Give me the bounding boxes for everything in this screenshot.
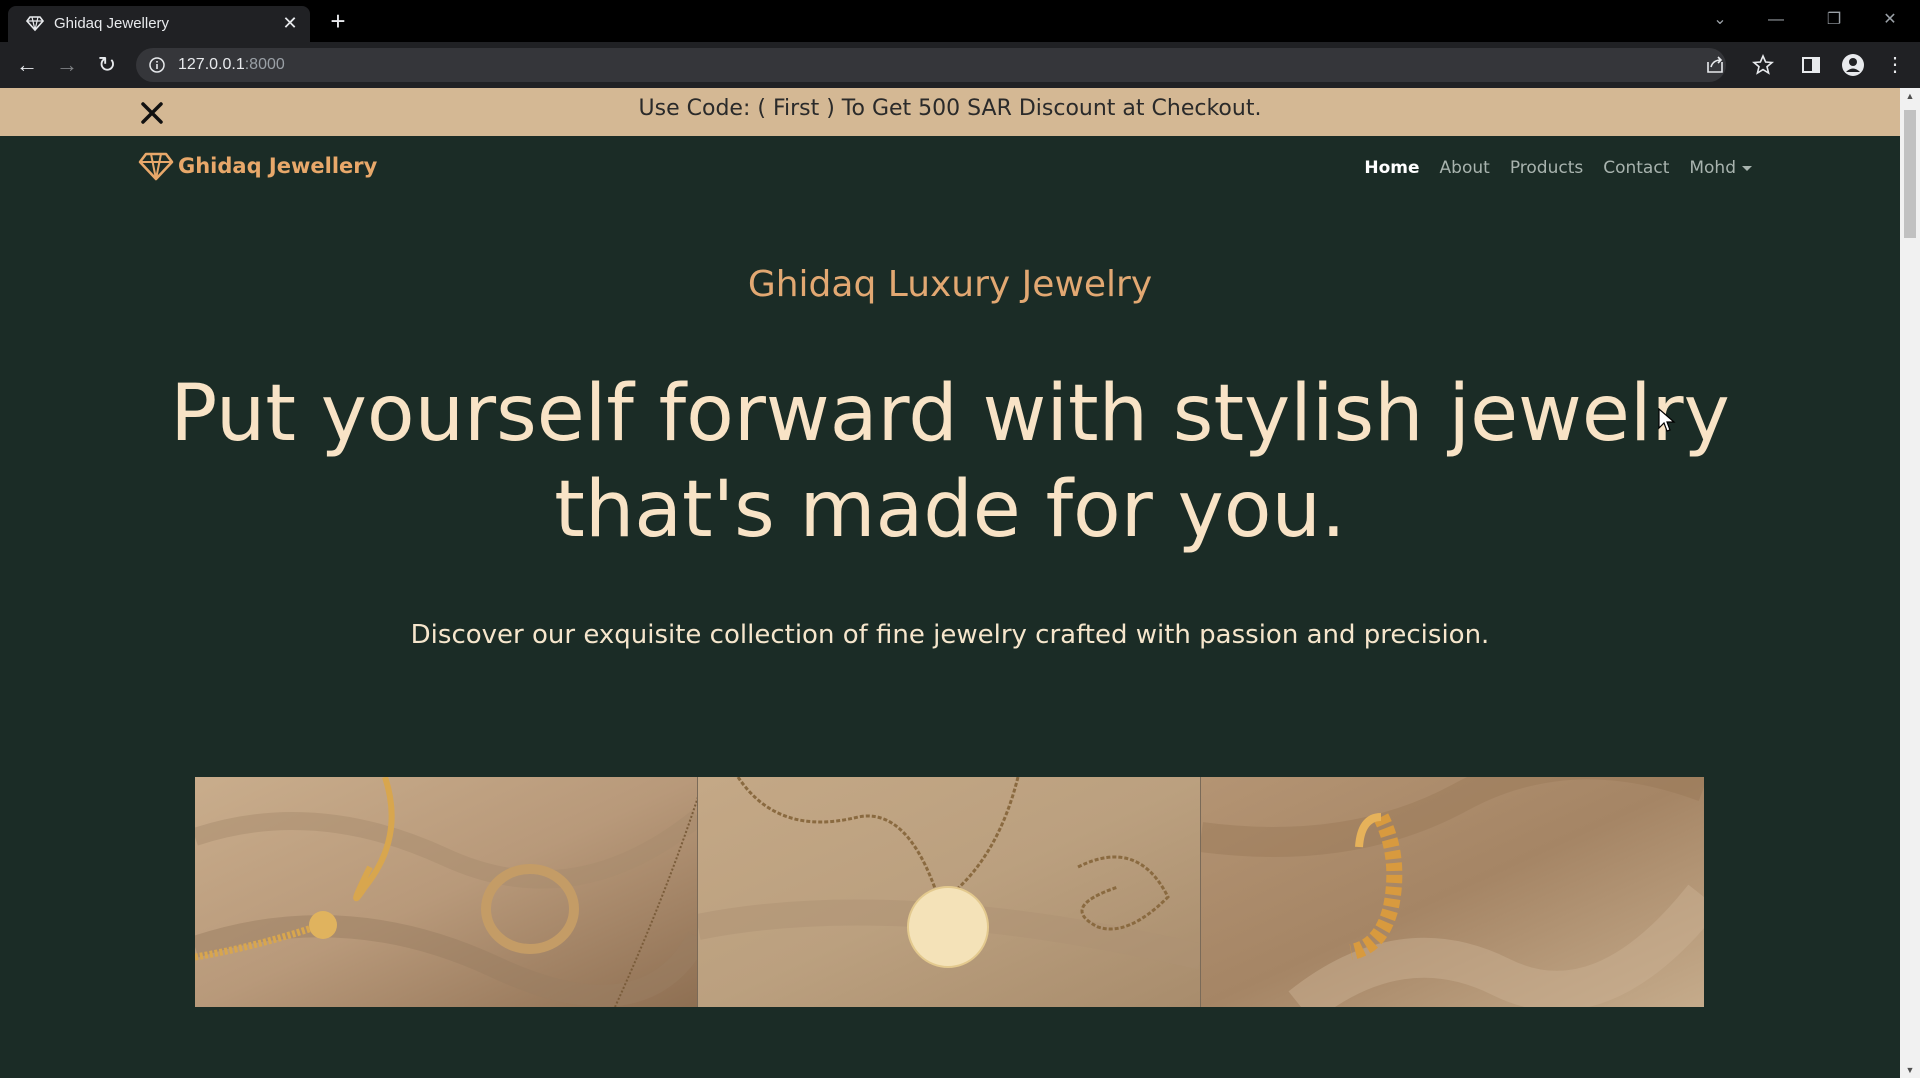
scrollbar-thumb[interactable] (1904, 110, 1916, 238)
chevron-down-icon (1742, 165, 1752, 171)
tab-search-icon[interactable]: ⌄ (1700, 6, 1740, 34)
site-navbar: Ghidaq Jewellery Home About Products Con… (0, 136, 1900, 208)
minimize-button[interactable]: — (1756, 6, 1796, 34)
gallery-image-rings[interactable] (195, 777, 698, 1007)
diamond-icon (26, 16, 44, 32)
tab-title: Ghidaq Jewellery (54, 15, 170, 32)
hero-title-line-2: that's made for you. (554, 465, 1346, 555)
share-icon[interactable] (1700, 50, 1730, 80)
browser-tabbar: Ghidaq Jewellery ✕ + ⌄ — ❐ ✕ (0, 0, 1920, 42)
new-tab-button[interactable]: + (324, 8, 352, 36)
address-bar[interactable]: 127.0.0.1:8000 (136, 48, 1726, 82)
reload-icon[interactable]: ↻ (92, 50, 122, 80)
scroll-up-icon[interactable]: ▲ (1904, 90, 1916, 102)
mouse-cursor (1658, 408, 1676, 432)
star-icon[interactable] (1748, 50, 1778, 80)
nav-link-products[interactable]: Products (1510, 158, 1583, 178)
close-window-button[interactable]: ✕ (1870, 6, 1910, 34)
url-text: 127.0.0.1:8000 (178, 56, 285, 74)
nav-link-home[interactable]: Home (1364, 158, 1419, 178)
url-port: :8000 (244, 56, 285, 73)
page-viewport: Use Code: ( First ) To Get 500 SAR Disco… (0, 88, 1900, 1078)
promo-banner: Use Code: ( First ) To Get 500 SAR Disco… (0, 88, 1900, 136)
info-icon[interactable] (148, 56, 166, 74)
hero-subtitle: Ghidaq Luxury Jewelry (747, 264, 1153, 305)
profile-icon[interactable] (1838, 50, 1868, 80)
scroll-down-icon[interactable]: ▼ (1904, 1064, 1916, 1076)
browser-toolbar: ← → ↻ 127.0.0.1:8000 ⋮ (0, 42, 1920, 88)
forward-icon[interactable]: → (52, 50, 82, 80)
back-icon[interactable]: ← (12, 50, 42, 80)
nav-link-about[interactable]: About (1440, 158, 1490, 178)
diamond-icon (138, 152, 174, 181)
product-gallery (195, 777, 1705, 1007)
gallery-image-pendant[interactable] (698, 777, 1201, 1007)
url-host: 127.0.0.1 (178, 56, 245, 73)
brand-logo[interactable]: Ghidaq Jewellery (138, 150, 377, 182)
hero-description: Discover our exquisite collection of fin… (410, 620, 1490, 650)
sidepanel-icon[interactable] (1796, 50, 1826, 80)
browser-tab[interactable]: Ghidaq Jewellery ✕ (8, 6, 310, 42)
scrollbar[interactable]: ▲ ▼ (1900, 88, 1920, 1078)
nav-links: Home About Products Contact Mohd (1364, 158, 1752, 178)
user-dropdown-label: Mohd (1689, 158, 1736, 178)
hero-title: Put yourself forward with stylish jewelr… (120, 366, 1780, 558)
hero-title-line-1: Put yourself forward with stylish jewelr… (170, 369, 1730, 459)
nav-link-contact[interactable]: Contact (1603, 158, 1669, 178)
close-icon[interactable] (136, 96, 168, 128)
user-dropdown[interactable]: Mohd (1689, 158, 1752, 178)
gallery-image-bracelet[interactable] (1201, 777, 1704, 1007)
restore-button[interactable]: ❐ (1814, 6, 1854, 34)
promo-text: Use Code: ( First ) To Get 500 SAR Disco… (638, 96, 1262, 121)
tab-close-icon[interactable]: ✕ (280, 13, 300, 33)
menu-icon[interactable]: ⋮ (1880, 50, 1910, 80)
brand-name: Ghidaq Jewellery (178, 154, 378, 178)
